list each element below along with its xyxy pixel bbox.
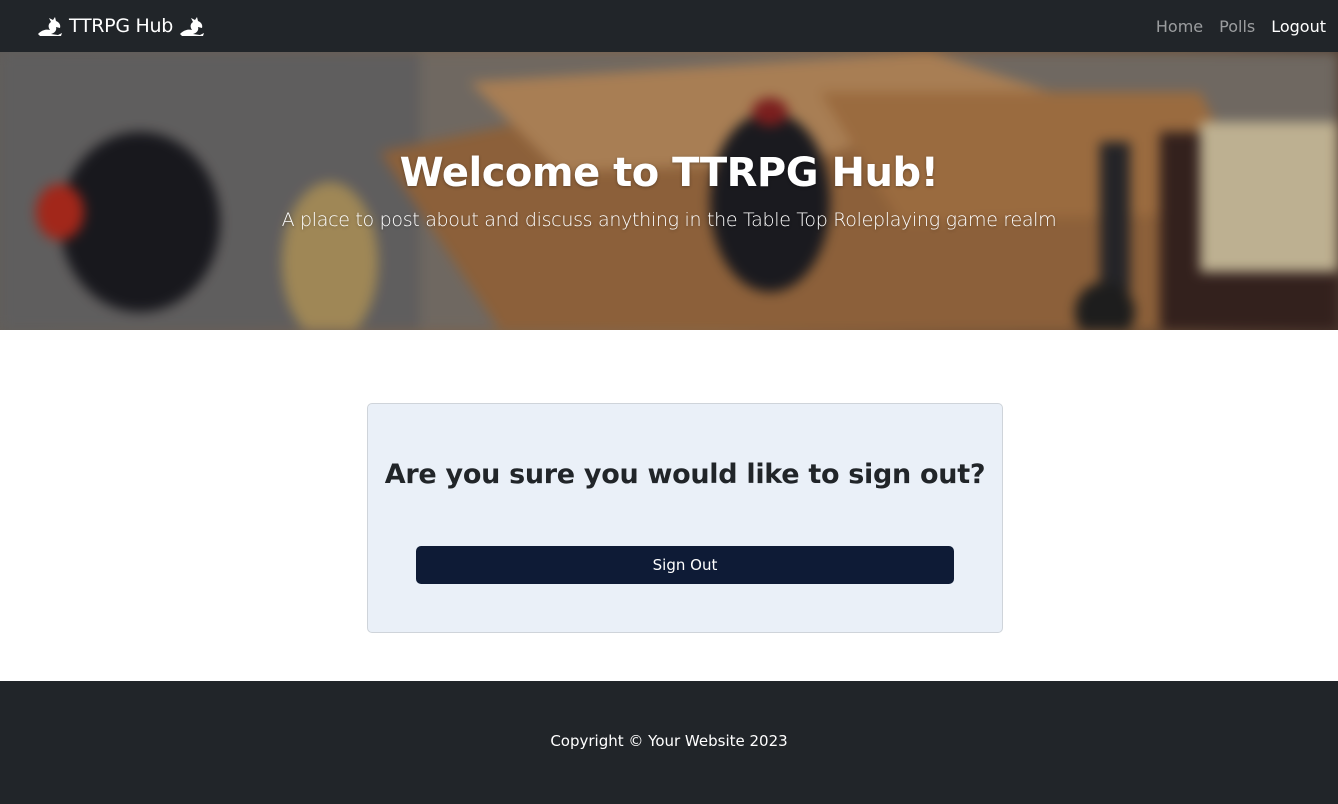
navbar: TTRPG Hub Home Polls Logout: [0, 0, 1338, 52]
dragon-icon: [38, 17, 62, 36]
hero-banner: Welcome to TTRPG Hub! A place to post ab…: [0, 52, 1338, 330]
signout-question: Are you sure you would like to sign out?: [384, 459, 986, 490]
nav-logout-link[interactable]: Logout: [1271, 17, 1326, 36]
dragon-icon: [180, 17, 204, 36]
brand-link[interactable]: TTRPG Hub: [36, 0, 206, 52]
signout-card: Are you sure you would like to sign out?…: [367, 403, 1003, 633]
nav-links: Home Polls Logout: [1140, 0, 1326, 52]
hero-subtitle: A place to post about and discuss anythi…: [281, 209, 1057, 231]
copyright-text: Copyright © Your Website 2023: [550, 732, 788, 750]
brand-name: TTRPG Hub: [69, 15, 173, 37]
nav-home-link[interactable]: Home: [1156, 17, 1203, 36]
nav-polls-link[interactable]: Polls: [1219, 17, 1255, 36]
footer: Copyright © Your Website 2023: [0, 681, 1338, 804]
hero-title: Welcome to TTRPG Hub!: [399, 150, 939, 196]
sign-out-button[interactable]: Sign Out: [416, 546, 954, 584]
